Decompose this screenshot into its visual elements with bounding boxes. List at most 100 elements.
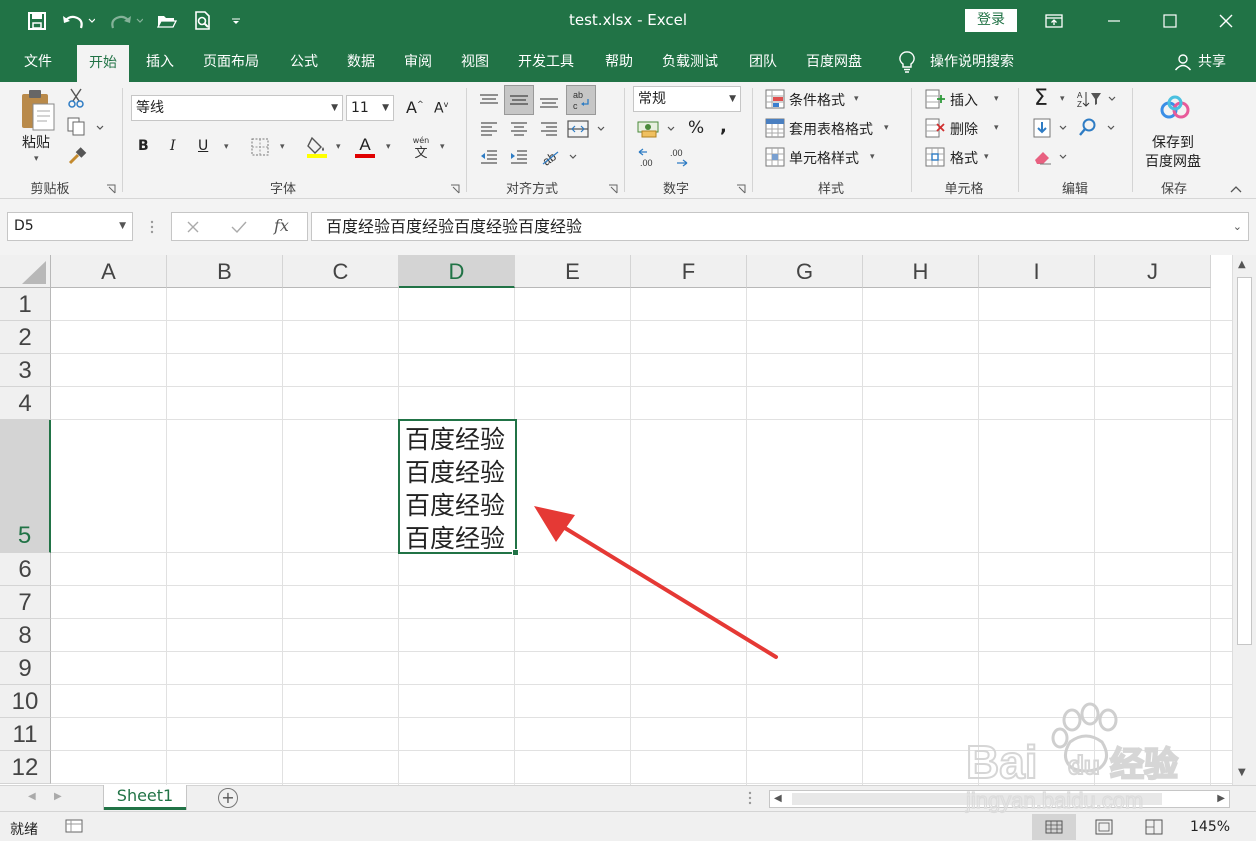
underline-button[interactable]: U xyxy=(198,138,208,154)
cell-styles-dropdown[interactable]: ▾ xyxy=(870,152,875,162)
copy-icon[interactable] xyxy=(66,117,106,137)
delete-cells-icon[interactable] xyxy=(924,117,946,139)
clipboard-launcher-icon[interactable] xyxy=(106,182,116,194)
bold-button[interactable]: B xyxy=(138,138,149,154)
maximize-icon[interactable] xyxy=(1142,0,1198,42)
save-to-baidu-line1[interactable]: 保存到 xyxy=(1152,132,1194,152)
tab-team[interactable]: 团队 xyxy=(737,42,789,82)
horizontal-scroll-thumb[interactable] xyxy=(792,793,1162,805)
cut-icon[interactable] xyxy=(66,88,86,108)
accounting-format-icon[interactable] xyxy=(636,118,680,140)
scroll-left-icon[interactable]: ◀ xyxy=(774,793,782,804)
find-select-icon[interactable] xyxy=(1078,117,1122,139)
name-box[interactable]: D5 ▼ xyxy=(7,212,133,241)
tab-formulas[interactable]: 公式 xyxy=(278,42,330,82)
comma-style-button[interactable]: , xyxy=(720,116,727,137)
underline-dropdown[interactable]: ▾ xyxy=(224,142,229,152)
orientation-icon[interactable]: ab xyxy=(540,146,582,168)
tab-file[interactable]: 文件 xyxy=(12,42,64,82)
close-icon[interactable] xyxy=(1198,0,1254,42)
share-button[interactable]: 共享 xyxy=(1186,42,1238,82)
format-cells-dropdown[interactable]: ▾ xyxy=(984,152,989,162)
format-as-table-icon[interactable] xyxy=(764,117,786,139)
customize-qat-icon[interactable] xyxy=(228,8,244,34)
tab-help[interactable]: 帮助 xyxy=(593,42,645,82)
phonetic-dropdown[interactable]: ▾ xyxy=(440,142,445,152)
vertical-scroll-thumb[interactable] xyxy=(1237,277,1252,645)
normal-view-icon[interactable] xyxy=(1032,814,1076,840)
fill-icon[interactable] xyxy=(1032,117,1076,139)
sort-filter-icon[interactable]: AZ xyxy=(1076,88,1120,110)
tab-baidu-netdisk[interactable]: 百度网盘 xyxy=(794,42,874,82)
scroll-right-icon[interactable]: ▶ xyxy=(1217,793,1225,804)
delete-cells-button[interactable]: 删除 xyxy=(950,119,978,139)
wrap-text-icon[interactable]: ab c xyxy=(566,85,596,115)
align-left-icon[interactable] xyxy=(476,118,502,140)
grow-font-button[interactable]: A^ xyxy=(406,98,424,117)
cell-styles-icon[interactable] xyxy=(764,146,786,168)
vertical-scrollbar[interactable]: ▲ ▼ xyxy=(1232,255,1256,785)
insert-cells-icon[interactable] xyxy=(924,88,946,110)
print-preview-icon[interactable] xyxy=(190,8,216,34)
tab-view[interactable]: 视图 xyxy=(449,42,501,82)
tab-data[interactable]: 数据 xyxy=(335,42,387,82)
insert-cells-dropdown[interactable]: ▾ xyxy=(994,94,999,104)
phonetic-guide-icon[interactable]: wén 文 xyxy=(410,134,432,160)
tell-me-search[interactable]: 操作说明搜索 xyxy=(918,42,1026,82)
clear-icon[interactable] xyxy=(1032,146,1076,168)
format-cells-icon[interactable] xyxy=(924,146,946,168)
enter-entry-icon[interactable] xyxy=(230,218,248,236)
format-as-table-dropdown[interactable]: ▾ xyxy=(884,123,889,133)
font-name-select[interactable]: 等线 ▼ xyxy=(131,95,343,121)
macro-record-icon[interactable] xyxy=(64,818,84,834)
merge-center-icon[interactable] xyxy=(566,118,610,140)
paste-dropdown[interactable]: ▾ xyxy=(34,154,39,164)
page-break-view-icon[interactable] xyxy=(1144,818,1164,836)
conditional-formatting-dropdown[interactable]: ▾ xyxy=(854,94,859,104)
tab-home[interactable]: 开始 xyxy=(77,45,129,82)
minimize-icon[interactable] xyxy=(1086,0,1142,42)
format-as-table-button[interactable]: 套用表格格式 xyxy=(789,119,873,139)
paste-button[interactable]: 粘贴 xyxy=(22,132,50,152)
number-launcher-icon[interactable] xyxy=(736,182,746,194)
tab-insert[interactable]: 插入 xyxy=(134,42,186,82)
worksheet-grid[interactable]: ABCDEFGHIJ 1 2 3 4 5 6 7 8 9 10 11 12 百度经验百度经验百度经验百… xyxy=(0,255,1232,785)
baidu-netdisk-icon[interactable] xyxy=(1158,94,1192,122)
italic-button[interactable]: I xyxy=(170,138,176,154)
align-top-icon[interactable] xyxy=(476,88,502,114)
ribbon-display-options-icon[interactable] xyxy=(1026,0,1082,42)
format-cells-button[interactable]: 格式 xyxy=(950,148,978,168)
collapse-ribbon-icon[interactable] xyxy=(1228,182,1244,196)
login-button[interactable]: 登录 xyxy=(965,9,1017,32)
undo-icon[interactable] xyxy=(58,8,98,34)
cancel-entry-icon[interactable] xyxy=(184,218,202,236)
font-color-dropdown[interactable]: ▾ xyxy=(386,142,391,152)
autosum-dropdown[interactable]: ▾ xyxy=(1060,94,1065,104)
percent-style-button[interactable]: % xyxy=(688,118,704,138)
scroll-up-icon[interactable]: ▲ xyxy=(1238,259,1246,270)
tab-load-test[interactable]: 负载测试 xyxy=(650,42,730,82)
add-sheet-button[interactable]: + xyxy=(218,788,238,808)
format-painter-icon[interactable] xyxy=(66,146,88,166)
conditional-formatting-button[interactable]: 条件格式 xyxy=(789,90,845,110)
next-sheet-icon[interactable]: ▶ xyxy=(54,791,62,802)
insert-cells-button[interactable]: 插入 xyxy=(950,90,978,110)
align-middle-icon[interactable] xyxy=(504,85,534,115)
align-bottom-icon[interactable] xyxy=(536,88,562,114)
font-launcher-icon[interactable] xyxy=(450,182,460,194)
save-icon[interactable] xyxy=(24,8,50,34)
delete-cells-dropdown[interactable]: ▾ xyxy=(994,123,999,133)
horizontal-scrollbar[interactable]: ◀ ▶ xyxy=(769,790,1230,808)
align-center-icon[interactable] xyxy=(506,118,532,140)
autosum-button[interactable]: Σ xyxy=(1034,86,1048,111)
borders-dropdown[interactable]: ▾ xyxy=(280,142,285,152)
increase-decimal-icon[interactable]: .00 xyxy=(636,146,662,170)
sheet-tab-sheet1[interactable]: Sheet1 xyxy=(104,785,186,810)
prev-sheet-icon[interactable]: ◀ xyxy=(28,791,36,802)
cell-styles-button[interactable]: 单元格样式 xyxy=(789,148,859,168)
align-right-icon[interactable] xyxy=(536,118,562,140)
formula-bar-resize-icon[interactable] xyxy=(146,217,158,237)
fill-color-icon[interactable] xyxy=(306,135,328,159)
decrease-indent-icon[interactable] xyxy=(476,146,502,168)
tab-split-icon[interactable] xyxy=(748,790,752,810)
